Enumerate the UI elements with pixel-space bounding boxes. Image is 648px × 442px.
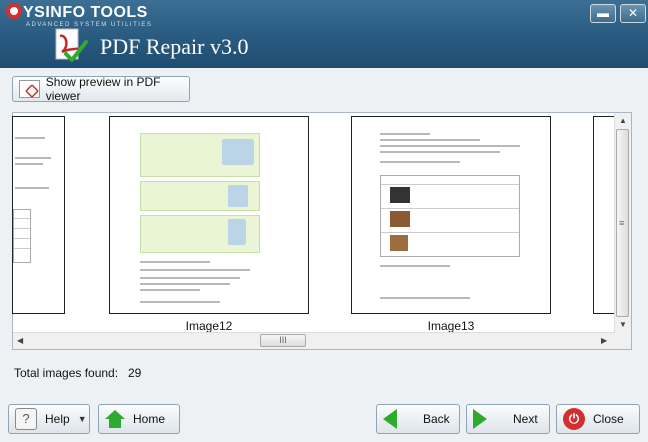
chevron-down-icon: ▼ xyxy=(77,414,87,424)
scroll-right-icon[interactable]: ▶ xyxy=(601,336,607,345)
pdf-repair-app-icon xyxy=(55,28,88,62)
back-label: Back xyxy=(423,412,450,426)
close-button[interactable]: ⏻ Close xyxy=(556,404,640,434)
help-label: Help xyxy=(45,412,70,426)
power-icon: ⏻ xyxy=(563,408,585,430)
scroll-up-icon[interactable]: ▲ xyxy=(619,116,627,125)
show-preview-label: Show preview in PDF viewer xyxy=(45,75,161,103)
brand-logo-o-icon xyxy=(6,3,22,19)
close-label: Close xyxy=(593,412,624,426)
thumbnail-image13[interactable] xyxy=(351,116,551,314)
help-button[interactable]: ? Help ▼ xyxy=(8,404,90,434)
home-icon xyxy=(105,410,125,428)
window-close-button[interactable]: ✕ xyxy=(620,4,646,23)
next-label: Next xyxy=(513,412,538,426)
footer-toolbar: ? Help ▼ Home Back Next ⏻ Close xyxy=(0,398,648,442)
thumbnail-label: Image13 xyxy=(427,319,475,333)
image-preview-panel[interactable]: Image12 Image13 ▲ ≡ ▼ ◀ III ▶ xyxy=(12,112,632,350)
scroll-left-icon[interactable]: ◀ xyxy=(17,336,23,345)
scroll-grip-icon: ≡ xyxy=(619,218,625,228)
thumbnail-partial-left[interactable] xyxy=(12,116,65,314)
app-title: PDF Repair v3.0 xyxy=(100,34,249,59)
brand-logo: YSINFO TOOLS xyxy=(6,3,148,22)
thumbnail-label: Image12 xyxy=(185,319,233,333)
vertical-scrollbar[interactable]: ▲ ≡ ▼ xyxy=(614,113,631,333)
scroll-down-icon[interactable]: ▼ xyxy=(619,320,627,329)
title-bar: YSINFO TOOLS ADVANCED SYSTEM UTILITIES P… xyxy=(0,0,648,68)
total-images-value: 29 xyxy=(128,366,142,380)
back-button[interactable]: Back xyxy=(376,404,460,434)
horizontal-scroll-thumb[interactable]: III xyxy=(260,334,306,347)
arrow-left-icon xyxy=(383,409,397,429)
vertical-scroll-thumb[interactable]: ≡ xyxy=(616,129,629,317)
scrollbar-corner xyxy=(615,333,631,349)
horizontal-scrollbar[interactable]: ◀ III ▶ xyxy=(13,332,615,349)
pdf-icon xyxy=(19,80,40,98)
next-button[interactable]: Next xyxy=(466,404,550,434)
total-images-label: Total images found: xyxy=(14,366,119,380)
home-label: Home xyxy=(133,412,166,426)
minimize-button[interactable]: ▬ xyxy=(590,4,616,23)
thumbnail-image12[interactable] xyxy=(109,116,309,314)
home-button[interactable]: Home xyxy=(98,404,180,434)
arrow-right-icon xyxy=(473,409,487,429)
app-window: YSINFO TOOLS ADVANCED SYSTEM UTILITIES P… xyxy=(0,0,648,442)
show-preview-button[interactable]: Show preview in PDF viewer xyxy=(12,75,190,103)
help-icon: ? xyxy=(15,408,37,430)
